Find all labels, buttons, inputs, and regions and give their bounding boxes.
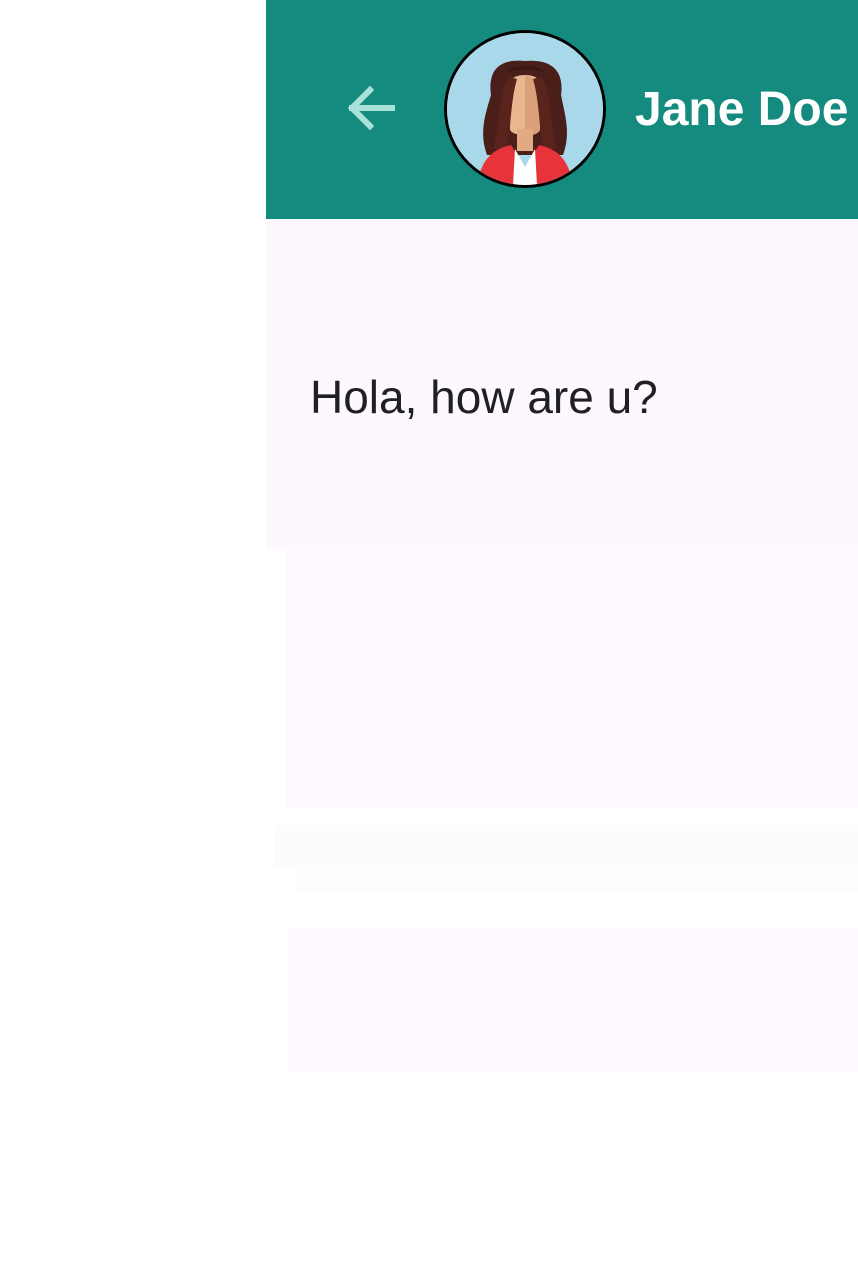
chat-header: Jane Doe xyxy=(266,0,858,219)
woman-avatar-icon xyxy=(447,33,603,185)
faded-panel xyxy=(286,549,858,807)
message-list: Hola, how are u? xyxy=(266,219,858,549)
contact-name[interactable]: Jane Doe xyxy=(635,78,848,142)
faded-panel xyxy=(288,928,858,1072)
message-text: Hola, how are u? xyxy=(310,371,658,423)
faded-panel xyxy=(296,867,858,891)
faded-panel xyxy=(274,825,858,867)
chat-screen: Jane Doe Hola, how are u? xyxy=(0,0,858,1274)
contact-avatar[interactable] xyxy=(444,30,606,188)
arrow-left-icon xyxy=(347,85,395,131)
back-button[interactable] xyxy=(336,78,404,138)
